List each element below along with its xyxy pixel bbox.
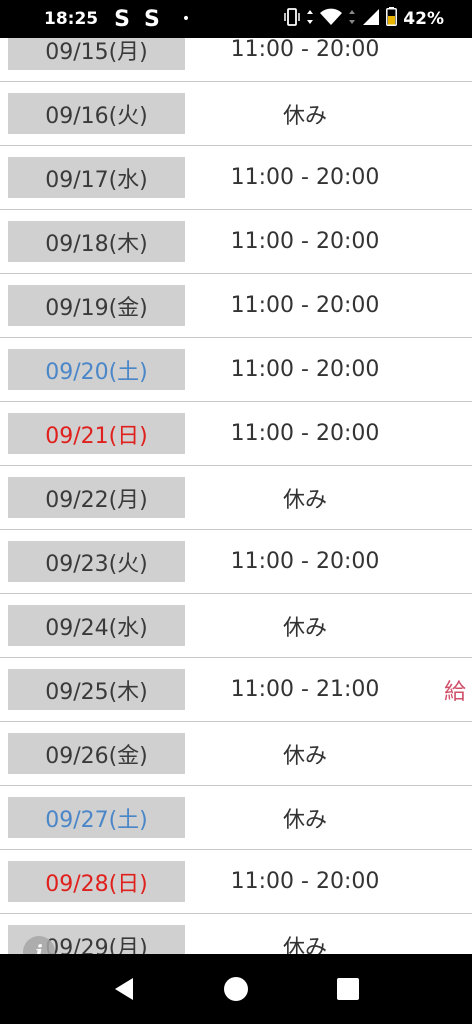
home-button[interactable] (206, 954, 266, 1024)
clock: 18:25 (44, 9, 99, 29)
status-bar: 18:25 S S • 42% (0, 0, 472, 38)
hours-cell: 休み (282, 487, 327, 513)
schedule-list: 09/15(月) 11:00 - 20:00 09/16(火) 休み 09/17(水) 1… (0, 38, 472, 954)
battery-icon (386, 7, 398, 31)
navigation-bar (0, 954, 472, 1024)
note-cell: 給 (444, 679, 467, 705)
recents-button[interactable] (318, 954, 378, 1024)
hours-cell: 11:00 - 20:00 (230, 165, 380, 190)
schedule-row: 09/23(火) 11:00 - 20:00 (0, 530, 472, 594)
date-cell: 09/27(土) (8, 797, 185, 838)
schedule-row: 09/21(日) 11:00 - 20:00 (0, 402, 472, 466)
wifi-icon (320, 8, 343, 31)
status-icons: 42% (284, 0, 444, 38)
date-cell: 09/17(水) (8, 157, 185, 198)
schedule-row: 09/25(木) 11:00 - 21:00 給 (0, 658, 472, 722)
hours-cell: 11:00 - 20:00 (230, 229, 380, 254)
data-arrows-icon (306, 9, 314, 30)
schedule-row: 09/24(水) 休み (0, 594, 472, 658)
hours-cell: 休み (282, 103, 327, 129)
schedule-row: 09/26(金) 休み (0, 722, 472, 786)
date-cell: 09/20(土) (8, 349, 185, 390)
schedule-row: 09/17(水) 11:00 - 20:00 (0, 146, 472, 210)
date-cell: 09/16(火) (8, 93, 185, 134)
date-cell: 09/24(水) (8, 605, 185, 646)
schedule-row: 09/18(木) 11:00 - 20:00 (0, 210, 472, 274)
home-icon (224, 977, 248, 1001)
date-cell: 09/25(木) (8, 669, 185, 710)
date-cell: 09/23(火) (8, 541, 185, 582)
battery-percent: 42% (403, 9, 444, 29)
date-cell: 09/28(日) (8, 861, 185, 902)
date-cell: 09/18(木) (8, 221, 185, 262)
hours-cell: 休み (282, 615, 327, 641)
hours-cell: 休み (282, 935, 327, 955)
hours-cell: 11:00 - 20:00 (230, 869, 380, 894)
schedule-row: 09/27(土) 休み (0, 786, 472, 850)
schedule-row: 09/22(月) 休み (0, 466, 472, 530)
hours-cell: 11:00 - 20:00 (230, 293, 380, 318)
schedule-row: 09/16(火) 休み (0, 82, 472, 146)
hours-cell: 休み (282, 743, 327, 769)
hours-cell: 11:00 - 20:00 (230, 421, 380, 446)
recents-icon (337, 978, 359, 1000)
back-button[interactable] (94, 954, 154, 1024)
date-cell: 09/26(金) (8, 733, 185, 774)
date-cell: 09/22(月) (8, 477, 185, 518)
schedule-row: 09/20(土) 11:00 - 20:00 (0, 338, 472, 402)
hours-cell: 11:00 - 20:00 (230, 357, 380, 382)
hours-cell: 11:00 - 20:00 (230, 38, 380, 62)
hours-cell: 11:00 - 21:00 (230, 677, 380, 702)
signal-arrows-icon (348, 9, 356, 30)
more-notifications-dot: • (181, 11, 191, 27)
schedule-row: 09/19(金) 11:00 - 20:00 (0, 274, 472, 338)
vibrate-icon (284, 7, 301, 31)
info-icon: i (35, 940, 43, 954)
schedule-row: 09/28(日) 11:00 - 20:00 (0, 850, 472, 914)
notification-icon: S (114, 6, 130, 32)
date-cell: 09/15(月) (8, 38, 185, 70)
cellular-signal-icon (362, 8, 380, 31)
back-icon (115, 978, 133, 1000)
date-cell: 09/19(金) (8, 285, 185, 326)
hours-cell: 11:00 - 20:00 (230, 549, 380, 574)
notification-icon: S (143, 6, 160, 32)
schedule-row: 09/29(月) 休み (0, 914, 472, 954)
hours-cell: 休み (282, 807, 327, 833)
date-cell: 09/21(日) (8, 413, 185, 454)
schedule-page[interactable]: 09/15(月) 11:00 - 20:00 09/16(火) 休み 09/17(水) 1… (0, 38, 472, 954)
schedule-row: 09/15(月) 11:00 - 20:00 (0, 38, 472, 82)
